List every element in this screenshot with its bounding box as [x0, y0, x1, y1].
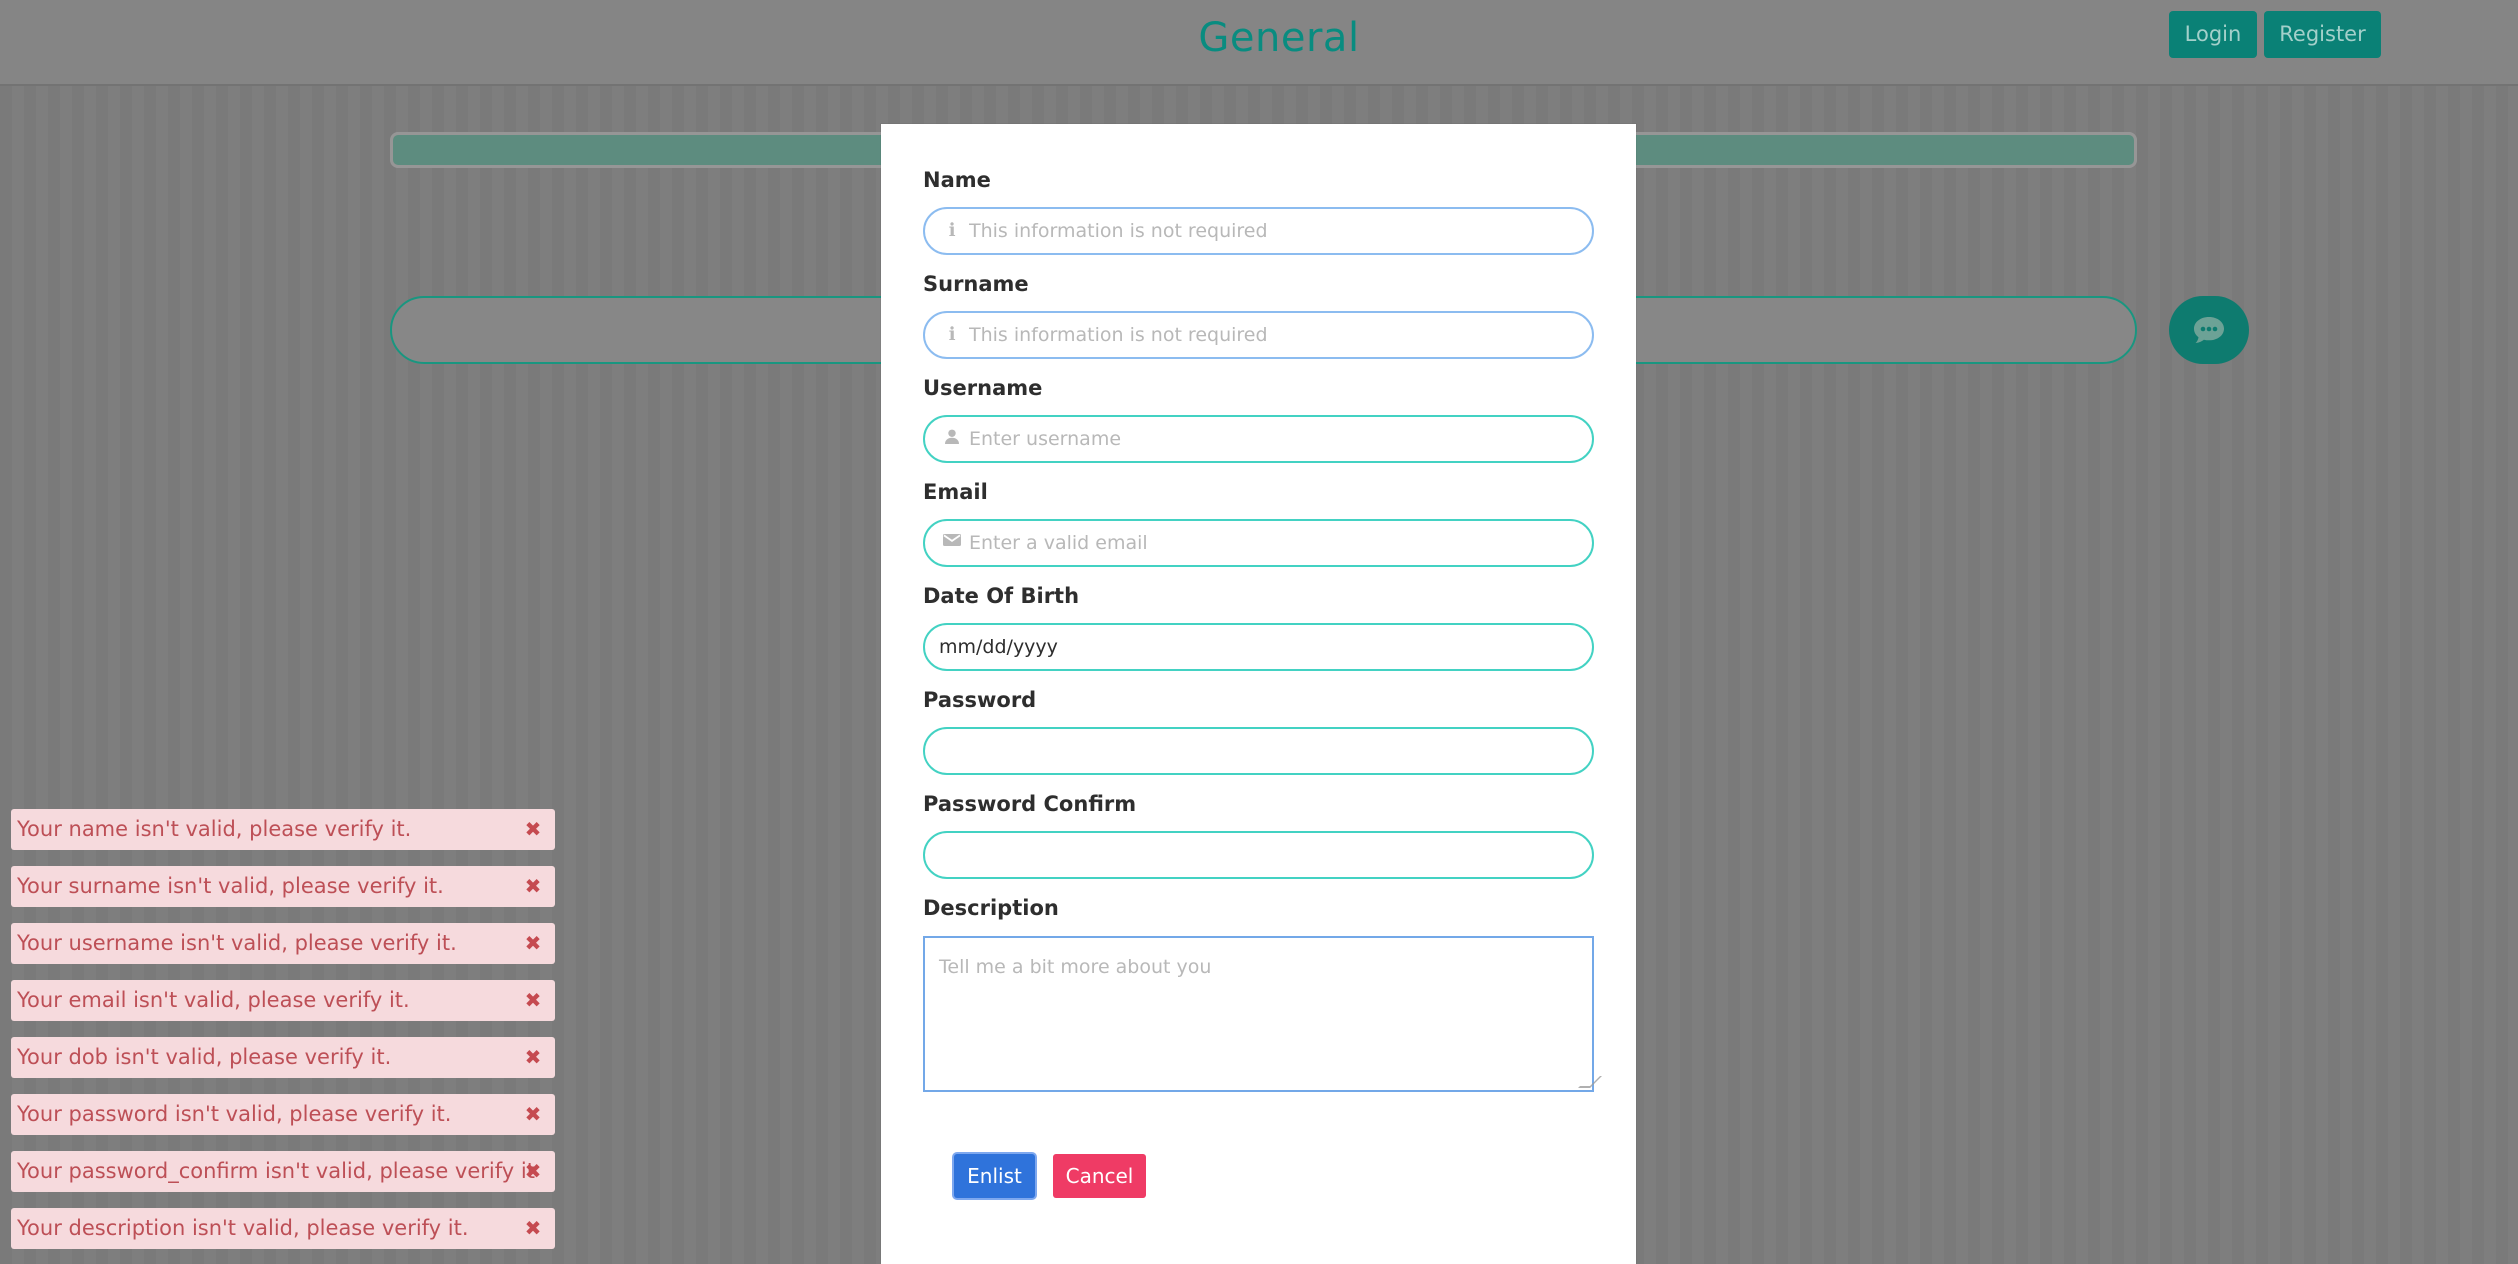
name-field[interactable]: ℹ — [923, 207, 1594, 255]
toast-message: Your password_confirm isn't valid, pleas… — [17, 1159, 537, 1183]
toast-message: Your dob isn't valid, please verify it. — [17, 1045, 392, 1069]
close-icon[interactable]: ✖ — [522, 1217, 544, 1239]
username-field[interactable] — [923, 415, 1594, 463]
name-input[interactable] — [925, 209, 1592, 253]
description-label: Description — [923, 896, 1059, 920]
name-label: Name — [923, 168, 991, 192]
description-textarea[interactable] — [925, 938, 1592, 1090]
email-label: Email — [923, 480, 988, 504]
username-label: Username — [923, 376, 1043, 400]
password-input[interactable] — [925, 729, 1592, 773]
validation-toast: Your password_confirm isn't valid, pleas… — [11, 1151, 555, 1192]
close-icon[interactable]: ✖ — [522, 818, 544, 840]
surname-label: Surname — [923, 272, 1029, 296]
password-field[interactable] — [923, 727, 1594, 775]
password-confirm-label: Password Confirm — [923, 792, 1137, 816]
cancel-button[interactable]: Cancel — [1053, 1154, 1146, 1198]
validation-toast: Your surname isn't valid, please verify … — [11, 866, 555, 907]
password-label: Password — [923, 688, 1037, 712]
toast-message: Your email isn't valid, please verify it… — [17, 988, 410, 1012]
enlist-button[interactable]: Enlist — [954, 1154, 1035, 1198]
dob-field[interactable] — [923, 623, 1594, 671]
toast-message: Your name isn't valid, please verify it. — [17, 817, 412, 841]
toast-message: Your password isn't valid, please verify… — [17, 1102, 452, 1126]
description-field[interactable] — [923, 936, 1602, 1092]
validation-toast: Your password isn't valid, please verify… — [11, 1094, 555, 1135]
close-icon[interactable]: ✖ — [522, 989, 544, 1011]
toast-message: Your surname isn't valid, please verify … — [17, 874, 444, 898]
username-input[interactable] — [925, 417, 1592, 461]
validation-toast: Your name isn't valid, please verify it.… — [11, 809, 555, 850]
dob-label: Date Of Birth — [923, 584, 1080, 608]
dob-input[interactable] — [925, 625, 1592, 669]
email-field[interactable] — [923, 519, 1594, 567]
password-confirm-input[interactable] — [925, 833, 1592, 877]
close-icon[interactable]: ✖ — [522, 932, 544, 954]
toast-message: Your description isn't valid, please ver… — [17, 1216, 469, 1240]
validation-toast: Your username isn't valid, please verify… — [11, 923, 555, 964]
toast-message: Your username isn't valid, please verify… — [17, 931, 457, 955]
email-input[interactable] — [925, 521, 1592, 565]
close-icon[interactable]: ✖ — [522, 875, 544, 897]
close-icon[interactable]: ✖ — [522, 1103, 544, 1125]
validation-toast: Your description isn't valid, please ver… — [11, 1208, 555, 1249]
close-icon[interactable]: ✖ — [522, 1160, 544, 1182]
validation-toast: Your email isn't valid, please verify it… — [11, 980, 555, 1021]
registration-modal: Name ℹ Surname ℹ Username Email — [881, 124, 1636, 1264]
surname-field[interactable]: ℹ — [923, 311, 1594, 359]
validation-toast: Your dob isn't valid, please verify it. … — [11, 1037, 555, 1078]
surname-input[interactable] — [925, 313, 1592, 357]
password-confirm-field[interactable] — [923, 831, 1594, 879]
close-icon[interactable]: ✖ — [522, 1046, 544, 1068]
